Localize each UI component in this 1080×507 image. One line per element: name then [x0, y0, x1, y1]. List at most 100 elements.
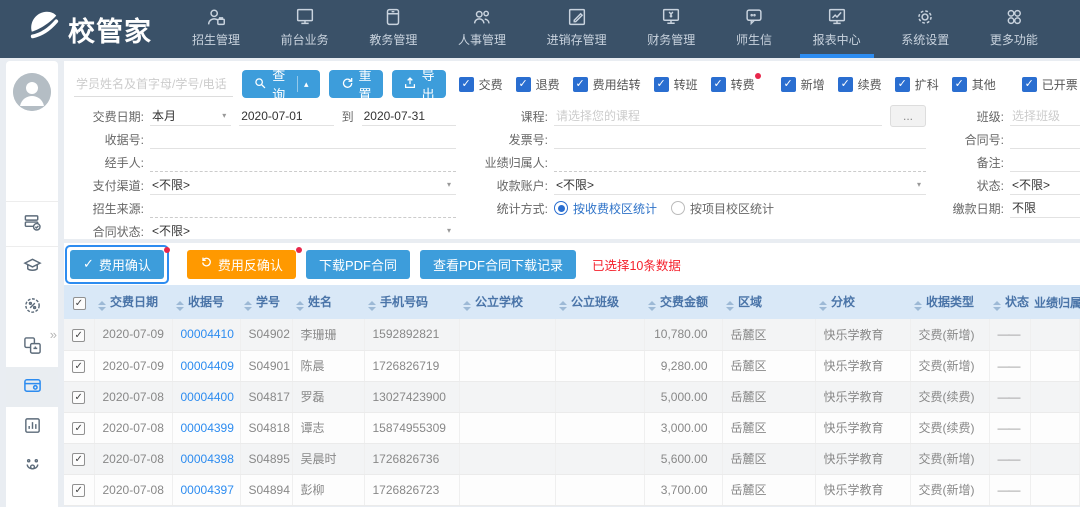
- contract-no-input[interactable]: [1012, 132, 1078, 146]
- filter-checkbox-pay[interactable]: ✓交费: [459, 76, 503, 93]
- col-header-phone[interactable]: 手机号码: [364, 285, 459, 319]
- receipt-link[interactable]: 00004398: [181, 452, 234, 466]
- filter-checkbox-class-transfer[interactable]: ✓转班: [654, 76, 698, 93]
- date-to-input[interactable]: [364, 109, 454, 123]
- fee-confirm-button[interactable]: ✓ 费用确认: [70, 250, 164, 279]
- invoice-no-field[interactable]: [554, 129, 926, 149]
- filter-checkbox-fee-transfer[interactable]: ✓转费: [711, 76, 755, 93]
- table-row[interactable]: ✓ 2020-07-08 00004398 S04895 吴晨时 1726826…: [64, 443, 1080, 474]
- export-button[interactable]: 导出: [392, 70, 446, 98]
- nav-item-inventory[interactable]: 进销存管理: [539, 0, 615, 58]
- receipt-link[interactable]: 00004410: [181, 327, 234, 341]
- handler-input[interactable]: [152, 155, 454, 169]
- invoice-no-input[interactable]: [556, 132, 924, 146]
- table-row[interactable]: ✓ 2020-07-09 00004409 S04901 陈晨 17268267…: [64, 350, 1080, 381]
- owner-field[interactable]: [554, 152, 926, 172]
- row-checkbox[interactable]: ✓: [72, 484, 85, 497]
- search-input[interactable]: [74, 72, 233, 97]
- filter-checkbox-other[interactable]: ✓其他: [952, 76, 996, 93]
- query-button[interactable]: 查询 ▴: [242, 70, 320, 98]
- radio-by-project-campus[interactable]: 按项目校区统计: [671, 200, 774, 217]
- receipt-link[interactable]: 00004399: [181, 421, 234, 435]
- col-header-branch[interactable]: 分校: [815, 285, 910, 319]
- col-header-date[interactable]: 交费日期: [94, 285, 172, 319]
- select-all-checkbox[interactable]: ✓: [73, 297, 86, 310]
- date-to-field[interactable]: [362, 106, 456, 126]
- filter-checkbox-invoiced[interactable]: ✓已开票: [1022, 76, 1078, 93]
- table-row[interactable]: ✓ 2020-07-09 00004410 S04902 李珊珊 1592892…: [64, 319, 1080, 350]
- pay-channel-select[interactable]: <不限>▾: [150, 175, 456, 195]
- nav-item-finance[interactable]: 财务管理: [639, 0, 703, 58]
- col-header-receipt[interactable]: 收据号: [172, 285, 240, 319]
- app-logo[interactable]: 校管家: [0, 0, 178, 58]
- nav-item-academic[interactable]: 教务管理: [361, 0, 425, 58]
- col-header-region[interactable]: 区域: [722, 285, 815, 319]
- nav-item-recruit[interactable]: 招生管理: [184, 0, 248, 58]
- contract-no-field[interactable]: [1010, 129, 1080, 149]
- table-row[interactable]: ✓ 2020-07-08 00004399 S04818 谭志 15874955…: [64, 412, 1080, 443]
- receipt-no-field[interactable]: [150, 129, 456, 149]
- sidebar-item-school[interactable]: [6, 247, 58, 287]
- sidebar-item-data-server[interactable]: [6, 202, 58, 246]
- reset-button[interactable]: 重置: [329, 70, 383, 98]
- fee-unconfirm-button[interactable]: 费用反确认: [187, 250, 296, 279]
- row-checkbox[interactable]: ✓: [72, 360, 85, 373]
- receipt-link[interactable]: 00004400: [181, 390, 234, 404]
- owner-input[interactable]: [556, 155, 924, 169]
- nav-item-messages[interactable]: 师生信: [728, 0, 780, 58]
- handler-field[interactable]: [150, 152, 456, 172]
- collapse-filters-icon[interactable]: ▴: [304, 79, 309, 90]
- filter-checkbox-expand[interactable]: ✓扩科: [895, 76, 939, 93]
- receipt-no-input[interactable]: [152, 132, 454, 146]
- status-select[interactable]: <不限>: [1010, 175, 1080, 195]
- filter-checkbox-refund[interactable]: ✓退费: [516, 76, 560, 93]
- source-input[interactable]: [152, 201, 454, 215]
- col-header-owner[interactable]: 业绩归属人: [1030, 285, 1080, 319]
- row-checkbox[interactable]: ✓: [72, 422, 85, 435]
- nav-item-settings[interactable]: 系统设置: [893, 0, 957, 58]
- pay-date-select[interactable]: 不限: [1010, 198, 1080, 218]
- date-from-input[interactable]: [241, 109, 331, 123]
- date-preset-select[interactable]: 本月▾: [150, 106, 231, 126]
- nav-item-frontdesk[interactable]: 前台业务: [273, 0, 337, 58]
- nav-item-more[interactable]: 更多功能: [982, 0, 1046, 58]
- col-header-status[interactable]: 状态: [989, 285, 1030, 319]
- col-header-name[interactable]: 姓名: [292, 285, 364, 319]
- contract-status-select[interactable]: <不限>▾: [150, 221, 456, 239]
- col-header-amount[interactable]: 交费金额: [644, 285, 722, 319]
- row-checkbox[interactable]: ✓: [72, 329, 85, 342]
- nav-item-hr[interactable]: 人事管理: [450, 0, 514, 58]
- course-field[interactable]: [554, 106, 882, 126]
- view-pdf-log-button[interactable]: 查看PDF合同下载记录: [420, 250, 576, 279]
- avatar[interactable]: [13, 73, 51, 111]
- source-field[interactable]: [150, 198, 456, 218]
- remark-input[interactable]: [1012, 155, 1078, 169]
- sidebar-item-fees[interactable]: [6, 367, 58, 407]
- nav-item-reports[interactable]: 报表中心: [805, 0, 869, 58]
- class-field[interactable]: [1010, 106, 1080, 126]
- expand-sidebar-chevron[interactable]: »: [50, 327, 57, 342]
- col-header-public-class[interactable]: 公立班级: [555, 285, 644, 319]
- col-header-student-id[interactable]: 学号: [240, 285, 292, 319]
- filter-checkbox-carryover[interactable]: ✓费用结转: [573, 76, 641, 93]
- col-header-public-school[interactable]: 公立学校: [459, 285, 555, 319]
- radio-by-charging-campus[interactable]: 按收费校区统计: [554, 200, 657, 217]
- filter-checkbox-new[interactable]: ✓新增: [781, 76, 825, 93]
- download-pdf-button[interactable]: 下载PDF合同: [306, 250, 410, 279]
- date-from-field[interactable]: [239, 106, 333, 126]
- course-picker-button[interactable]: ...: [890, 105, 926, 127]
- sidebar-item-discount[interactable]: [6, 287, 58, 327]
- table-row[interactable]: ✓ 2020-07-08 00004400 S04817 罗磊 13027423…: [64, 381, 1080, 412]
- sidebar-item-reports-doc[interactable]: [6, 407, 58, 447]
- receipt-link[interactable]: 00004409: [181, 359, 234, 373]
- col-header-receipt-type[interactable]: 收据类型: [910, 285, 989, 319]
- sidebar-item-monitor[interactable]: [6, 447, 58, 487]
- account-select[interactable]: <不限>▾: [554, 175, 926, 195]
- course-input[interactable]: [556, 109, 880, 123]
- row-checkbox[interactable]: ✓: [72, 453, 85, 466]
- class-input[interactable]: [1012, 109, 1078, 123]
- table-row[interactable]: ✓ 2020-07-08 00004397 S04894 彭柳 17268267…: [64, 474, 1080, 505]
- remark-field[interactable]: [1010, 152, 1080, 172]
- receipt-link[interactable]: 00004397: [181, 483, 234, 497]
- row-checkbox[interactable]: ✓: [72, 391, 85, 404]
